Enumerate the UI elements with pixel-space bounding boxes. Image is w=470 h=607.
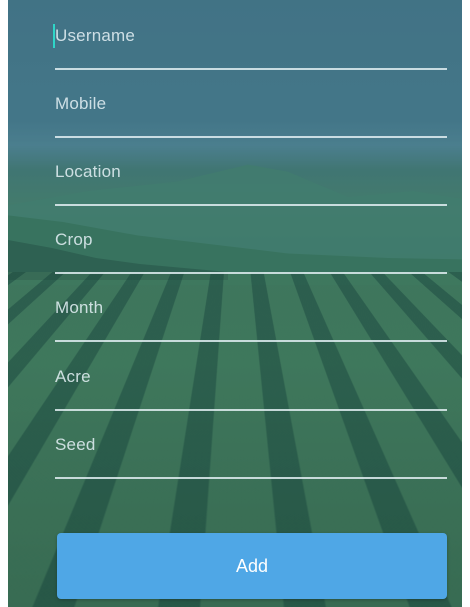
- location-field-label: Location: [55, 162, 121, 181]
- username-field[interactable]: Username: [53, 2, 447, 70]
- acre-field[interactable]: Acre: [55, 343, 447, 411]
- add-button[interactable]: Add: [57, 533, 447, 599]
- acre-field-label: Acre: [55, 367, 91, 386]
- mobile-field[interactable]: Mobile: [55, 70, 447, 138]
- username-field-label: Username: [55, 26, 136, 45]
- registration-screen: Username Mobile Location Crop Month Acre…: [8, 0, 462, 607]
- seed-field-label: Seed: [55, 435, 96, 454]
- month-field[interactable]: Month: [55, 274, 447, 342]
- month-field-underline: [55, 340, 447, 342]
- mobile-field-label: Mobile: [55, 94, 107, 113]
- location-field[interactable]: Location: [55, 138, 447, 206]
- crop-field[interactable]: Crop: [55, 206, 447, 274]
- month-field-label: Month: [55, 298, 104, 317]
- crop-entry-form: Username Mobile Location Crop Month Acre…: [8, 0, 462, 607]
- seed-field-underline: [55, 477, 447, 479]
- seed-field[interactable]: Seed: [55, 411, 447, 479]
- crop-field-label: Crop: [55, 230, 93, 249]
